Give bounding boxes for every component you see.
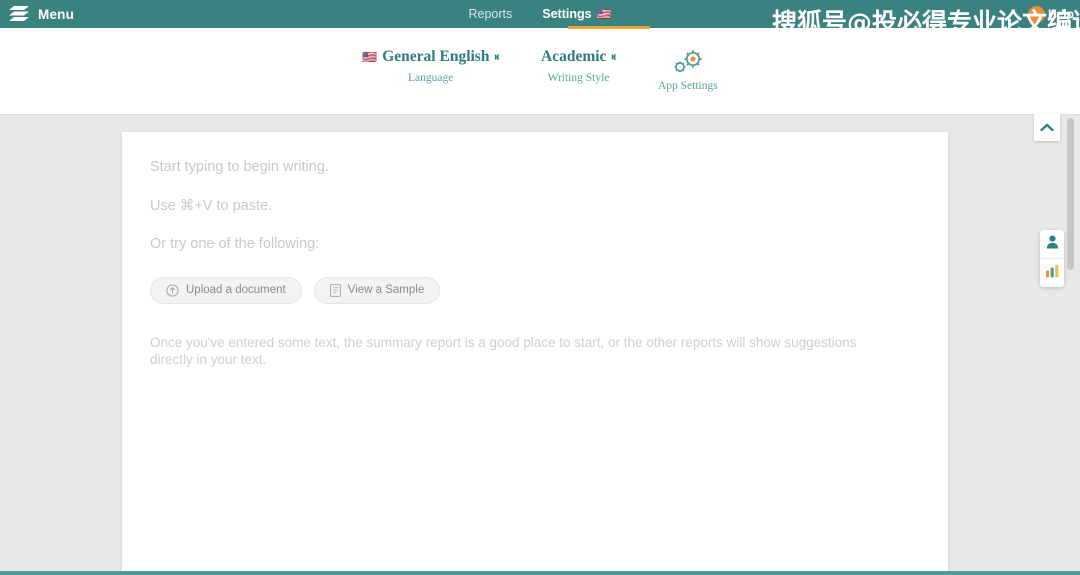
writing-style-value: Academic <box>541 48 607 65</box>
person-panel-button[interactable] <box>1040 230 1064 258</box>
writing-style-value-row: Academic ⱝ <box>541 47 616 67</box>
writing-style-selector[interactable]: Academic ⱝ Writing Style <box>541 47 616 84</box>
settings-sub-bar: 🇺🇸 General English ⱝ Language Academic ⱝ… <box>0 28 1080 115</box>
upload-document-label: Upload a document <box>186 284 286 297</box>
chevron-up-icon <box>1040 119 1054 137</box>
us-flag-icon: 🇺🇸 <box>596 7 612 21</box>
editor-background: Start typing to begin writing. Use ⌘+V t… <box>0 114 1080 572</box>
view-sample-label: View a Sample <box>347 284 425 297</box>
help-button[interactable]: Help <box>1027 0 1074 28</box>
view-sample-button[interactable]: View a Sample <box>313 276 441 304</box>
app-settings-caption: App Settings <box>657 80 718 92</box>
nav-item-settings-label: Settings <box>542 7 592 21</box>
hint-line-1: Start typing to begin writing. <box>150 159 329 175</box>
reports-panel-button[interactable] <box>1040 258 1064 287</box>
right-tool-panel <box>1040 230 1064 287</box>
language-value: General English <box>382 48 490 65</box>
document-icon <box>329 283 341 297</box>
upload-document-button[interactable]: Upload a document <box>150 276 302 304</box>
collapse-panel-button[interactable] <box>1034 114 1060 141</box>
hint-line-3: Or try one of the following: <box>150 236 320 253</box>
person-icon <box>1046 235 1059 254</box>
nav-item-reports-label: Reports <box>468 7 513 21</box>
nav-item-settings[interactable]: Settings 🇺🇸 <box>542 7 611 21</box>
bottom-strip <box>0 571 1080 575</box>
bar-chart-icon <box>1045 264 1060 283</box>
chevron-down-icon: ⱝ <box>611 52 616 64</box>
active-tab-indicator <box>568 26 650 29</box>
hint-line-2: Use ⌘+V to paste. <box>150 197 273 214</box>
help-badge-icon <box>1027 5 1045 23</box>
document-page[interactable]: Start typing to begin writing. Use ⌘+V t… <box>122 132 948 572</box>
nav-item-reports[interactable]: Reports <box>468 7 512 21</box>
us-flag-icon: 🇺🇸 <box>362 50 378 65</box>
top-navigation: Reports Settings 🇺🇸 <box>0 0 1080 28</box>
app-settings-button[interactable]: App Settings <box>658 47 718 92</box>
scrollbar-thumb[interactable] <box>1067 118 1074 270</box>
language-value-row: 🇺🇸 General English ⱝ <box>362 47 499 67</box>
language-caption: Language <box>407 72 454 85</box>
chevron-down-icon: ⱝ <box>494 52 499 64</box>
top-bar: Menu Reports Settings 🇺🇸 Help <box>0 0 1080 28</box>
writing-style-caption: Writing Style <box>547 72 610 85</box>
gears-icon <box>668 49 708 75</box>
action-row: Upload a document View a Sample <box>150 276 920 304</box>
upload-circle-icon <box>166 284 179 297</box>
language-selector[interactable]: 🇺🇸 General English ⱝ Language <box>362 47 499 84</box>
help-label: Help <box>1047 7 1074 21</box>
editor-footnote: Once you've entered some text, the summa… <box>150 334 857 367</box>
